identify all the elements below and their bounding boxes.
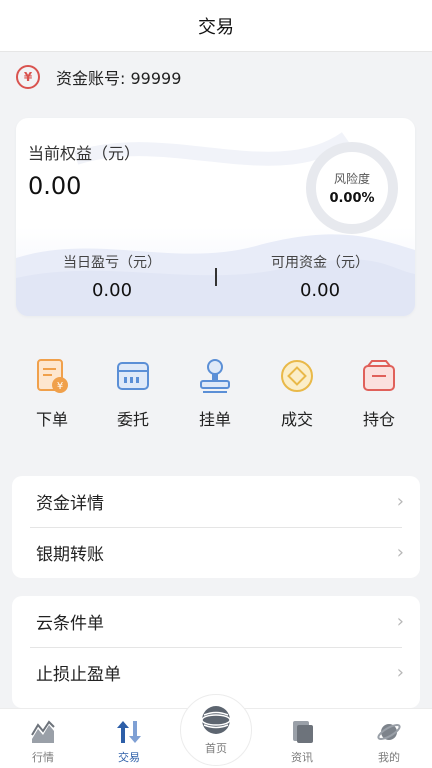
svg-text:¥: ¥ xyxy=(57,381,63,392)
globe-icon xyxy=(201,706,231,734)
menu-item-bank-transfer[interactable]: 银期转账 › xyxy=(12,527,420,578)
risk-gauge: 风险度 0.00% xyxy=(306,142,398,234)
tab-market-label: 行情 xyxy=(32,751,54,764)
yen-circle-icon: ¥ xyxy=(16,65,40,89)
tab-mine[interactable]: 我的 xyxy=(354,719,424,765)
entrust-icon xyxy=(117,362,149,390)
quick-action-entrust-label: 委托 xyxy=(116,410,149,429)
menu-group-funds: 资金详情 › 银期转账 › xyxy=(12,476,420,578)
trade-icon xyxy=(117,721,141,743)
quick-action-position-label: 持仓 xyxy=(362,410,395,429)
tab-market[interactable]: 行情 xyxy=(8,719,78,765)
chevron-right-icon: › xyxy=(396,491,404,512)
equity-summary-card: 当前权益（元） 0.00 风险度 0.00% 当日盈亏（元） 0.00 可用资金… xyxy=(16,118,415,316)
daily-pl-value: 0.00 xyxy=(91,280,133,301)
daily-pl-label: 当日盈亏（元） xyxy=(63,255,161,271)
chevron-right-icon: › xyxy=(396,611,404,632)
tab-home-label: 首页 xyxy=(205,742,227,755)
available-funds-stat: 可用资金（元） 0.00 xyxy=(240,252,400,301)
quick-action-position[interactable]: 持仓 xyxy=(339,356,419,430)
position-icon xyxy=(363,360,395,391)
menu-item-stop-loss-profit-label: 止损止盈单 xyxy=(36,665,121,685)
equity-value: 0.00 xyxy=(28,172,82,200)
menu-item-fund-details-label: 资金详情 xyxy=(36,494,104,514)
menu-item-stop-loss-profit[interactable]: 止损止盈单 › xyxy=(12,647,420,698)
quick-action-order-label: 下单 xyxy=(35,410,68,429)
chevron-right-icon: › xyxy=(396,662,404,683)
available-funds-label: 可用资金（元） xyxy=(271,255,369,271)
order-icon: ¥ xyxy=(37,359,68,393)
equity-label: 当前权益（元） xyxy=(28,144,141,163)
daily-pl-stat: 当日盈亏（元） 0.00 xyxy=(32,252,192,301)
account-label: 资金账号: 99999 xyxy=(56,69,182,88)
quick-action-deal[interactable]: 成交 xyxy=(257,356,337,430)
news-icon xyxy=(293,721,313,743)
menu-item-bank-transfer-label: 银期转账 xyxy=(36,545,104,565)
menu-group-conditional: 云条件单 › 止损止盈单 › xyxy=(12,596,420,708)
quick-action-pending-label: 挂单 xyxy=(198,410,231,429)
tab-mine-label: 我的 xyxy=(378,751,400,764)
quick-action-pending[interactable]: 挂单 xyxy=(175,356,255,430)
tab-trade[interactable]: 交易 xyxy=(94,719,164,765)
planet-icon xyxy=(377,724,401,740)
chevron-right-icon: › xyxy=(396,542,404,563)
quick-action-entrust[interactable]: 委托 xyxy=(93,356,173,430)
risk-value: 0.00% xyxy=(329,191,375,206)
stat-divider xyxy=(215,268,217,286)
available-funds-value: 0.00 xyxy=(299,280,341,301)
market-icon xyxy=(31,720,55,743)
quick-action-deal-label: 成交 xyxy=(280,410,313,429)
top-bar: 交易 xyxy=(0,0,432,52)
menu-item-cloud-conditional-order[interactable]: 云条件单 › xyxy=(12,596,420,647)
quick-action-order[interactable]: ¥ 下单 xyxy=(12,356,92,430)
account-row: ¥ 资金账号: 99999 xyxy=(0,53,432,101)
coin-icon xyxy=(281,360,313,392)
quick-actions: ¥ 下单 委托 挂单 成交 持仓 xyxy=(0,356,432,440)
page-title: 交易 xyxy=(198,16,234,38)
risk-label: 风险度 xyxy=(333,172,370,186)
menu-item-cloud-conditional-order-label: 云条件单 xyxy=(36,614,104,634)
tab-news-label: 资讯 xyxy=(291,751,313,764)
tab-home[interactable]: 首页 xyxy=(180,694,252,768)
tab-trade-label: 交易 xyxy=(118,751,140,764)
menu-item-fund-details[interactable]: 资金详情 › xyxy=(12,476,420,527)
tab-news[interactable]: 资讯 xyxy=(267,719,337,765)
stamp-icon xyxy=(200,359,230,393)
